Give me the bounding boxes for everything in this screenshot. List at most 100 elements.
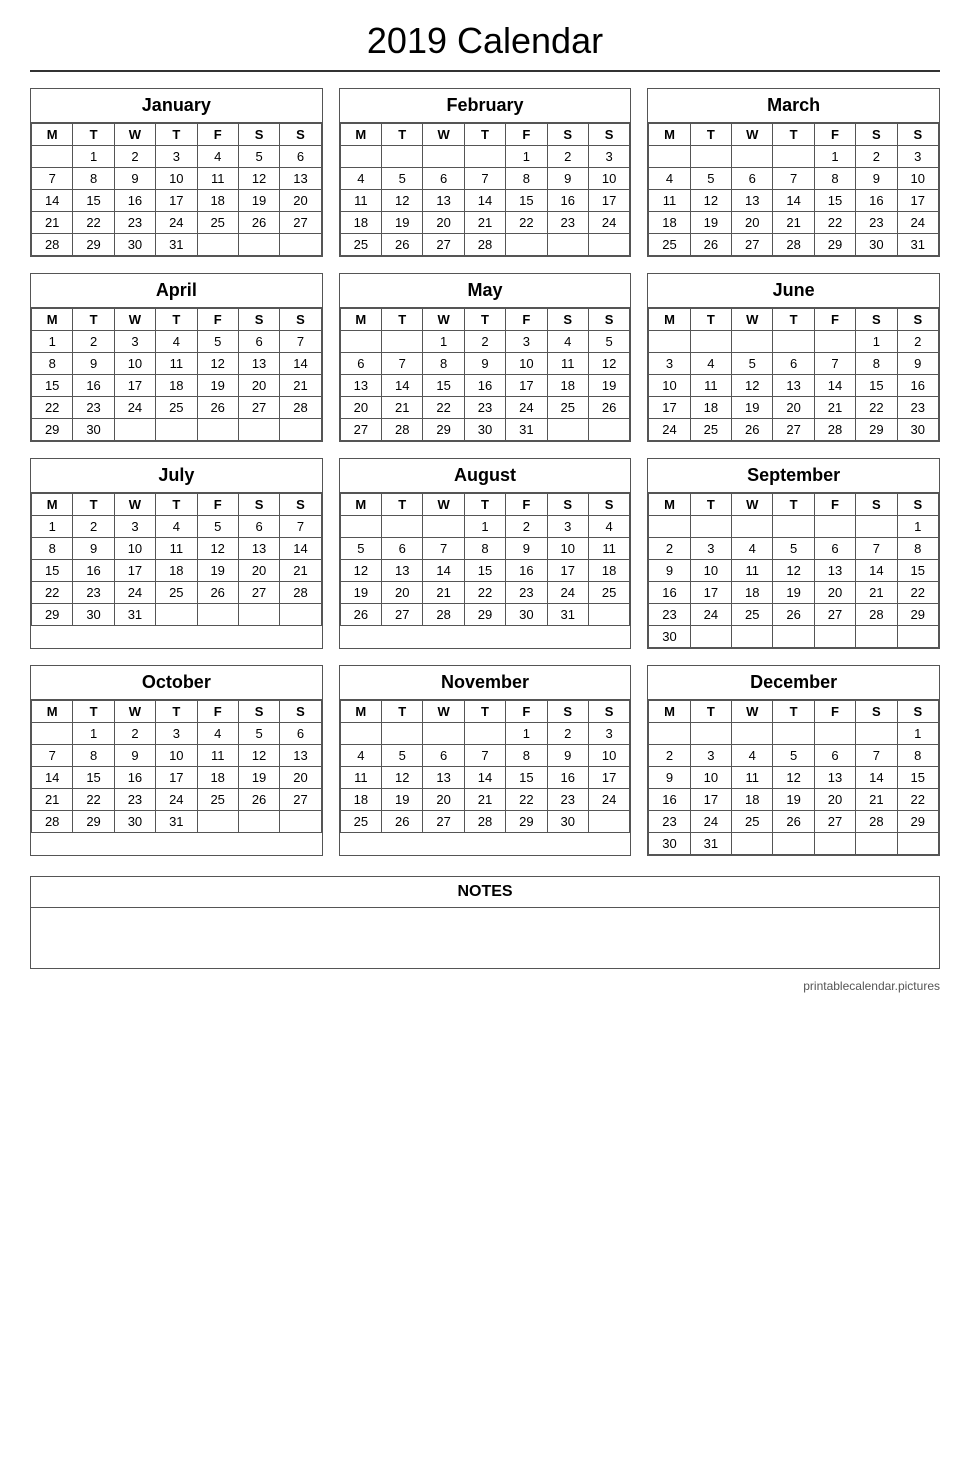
table-row: 1 xyxy=(649,516,939,538)
day-cell: 7 xyxy=(856,745,897,767)
day-cell xyxy=(280,604,321,626)
day-cell: 8 xyxy=(32,353,73,375)
table-row: 28293031 xyxy=(32,811,322,833)
day-cell: 24 xyxy=(156,212,197,234)
day-cell: 6 xyxy=(280,723,321,745)
day-cell xyxy=(340,723,381,745)
day-cell xyxy=(773,146,814,168)
day-cell: 26 xyxy=(382,811,423,833)
day-cell: 3 xyxy=(114,516,155,538)
table-row: 18192021222324 xyxy=(340,212,630,234)
day-cell xyxy=(773,516,814,538)
day-cell: 10 xyxy=(506,353,547,375)
day-cell: 11 xyxy=(547,353,588,375)
day-cell: 13 xyxy=(732,190,773,212)
day-header: T xyxy=(464,494,505,516)
month-august: AugustMTWTFSS123456789101112131415161718… xyxy=(339,458,632,649)
day-cell: 20 xyxy=(423,212,464,234)
day-header: M xyxy=(32,309,73,331)
table-row: 28293031 xyxy=(32,234,322,256)
day-cell: 3 xyxy=(649,353,690,375)
day-cell: 2 xyxy=(649,538,690,560)
day-cell xyxy=(814,626,855,648)
day-cell: 16 xyxy=(897,375,938,397)
day-header: M xyxy=(32,124,73,146)
day-cell: 3 xyxy=(506,331,547,353)
day-cell: 28 xyxy=(856,604,897,626)
day-cell: 11 xyxy=(732,560,773,582)
day-cell: 16 xyxy=(856,190,897,212)
table-row: 9101112131415 xyxy=(649,560,939,582)
day-cell: 11 xyxy=(156,353,197,375)
month-table-september: MTWTFSS123456789101112131415161718192021… xyxy=(648,493,939,648)
day-header: T xyxy=(156,494,197,516)
day-cell: 2 xyxy=(547,146,588,168)
day-cell: 23 xyxy=(73,582,114,604)
day-cell: 13 xyxy=(280,745,321,767)
day-header: M xyxy=(649,494,690,516)
day-cell: 1 xyxy=(506,723,547,745)
day-cell xyxy=(547,234,588,256)
month-name-december: December xyxy=(648,666,939,700)
day-cell: 15 xyxy=(464,560,505,582)
month-table-november: MTWTFSS123456789101112131415161718192021… xyxy=(340,700,631,833)
day-cell: 17 xyxy=(690,582,731,604)
day-cell: 19 xyxy=(732,397,773,419)
day-cell xyxy=(732,833,773,855)
day-cell: 31 xyxy=(690,833,731,855)
day-cell: 9 xyxy=(506,538,547,560)
day-cell xyxy=(897,626,938,648)
day-cell: 10 xyxy=(114,538,155,560)
day-cell: 7 xyxy=(382,353,423,375)
calendar-grid: JanuaryMTWTFSS12345678910111213141516171… xyxy=(30,88,940,856)
day-cell: 4 xyxy=(690,353,731,375)
day-cell: 15 xyxy=(73,190,114,212)
day-header: S xyxy=(856,701,897,723)
table-row: 45678910 xyxy=(340,168,630,190)
day-cell: 14 xyxy=(856,767,897,789)
day-cell: 8 xyxy=(464,538,505,560)
table-row: 45678910 xyxy=(340,745,630,767)
day-header: M xyxy=(340,124,381,146)
day-cell xyxy=(506,234,547,256)
day-header: W xyxy=(423,309,464,331)
day-cell: 2 xyxy=(114,146,155,168)
day-cell: 29 xyxy=(32,604,73,626)
day-cell xyxy=(423,146,464,168)
day-cell: 18 xyxy=(588,560,629,582)
day-cell xyxy=(340,146,381,168)
day-cell: 16 xyxy=(649,789,690,811)
day-cell: 29 xyxy=(73,234,114,256)
day-cell: 18 xyxy=(340,789,381,811)
day-cell: 5 xyxy=(197,516,238,538)
day-cell xyxy=(856,626,897,648)
day-cell: 12 xyxy=(382,190,423,212)
day-cell: 27 xyxy=(382,604,423,626)
day-cell: 14 xyxy=(464,767,505,789)
day-cell: 28 xyxy=(32,234,73,256)
day-cell xyxy=(814,516,855,538)
day-cell: 15 xyxy=(506,190,547,212)
day-header: S xyxy=(280,701,321,723)
month-table-january: MTWTFSS123456789101112131415161718192021… xyxy=(31,123,322,256)
day-cell xyxy=(856,723,897,745)
day-cell: 30 xyxy=(649,626,690,648)
day-header: T xyxy=(73,309,114,331)
month-december: DecemberMTWTFSS1234567891011121314151617… xyxy=(647,665,940,856)
table-row: 3031 xyxy=(649,833,939,855)
day-cell: 1 xyxy=(814,146,855,168)
day-cell: 9 xyxy=(897,353,938,375)
day-cell: 9 xyxy=(73,353,114,375)
day-cell: 26 xyxy=(690,234,731,256)
day-cell: 4 xyxy=(156,331,197,353)
day-cell: 1 xyxy=(856,331,897,353)
table-row: 17181920212223 xyxy=(649,397,939,419)
table-row: 123 xyxy=(340,146,630,168)
day-cell: 8 xyxy=(73,168,114,190)
day-cell: 24 xyxy=(588,212,629,234)
day-cell: 19 xyxy=(773,789,814,811)
day-cell: 29 xyxy=(423,419,464,441)
day-cell xyxy=(382,516,423,538)
table-row: 18192021222324 xyxy=(340,789,630,811)
day-header: S xyxy=(897,494,938,516)
